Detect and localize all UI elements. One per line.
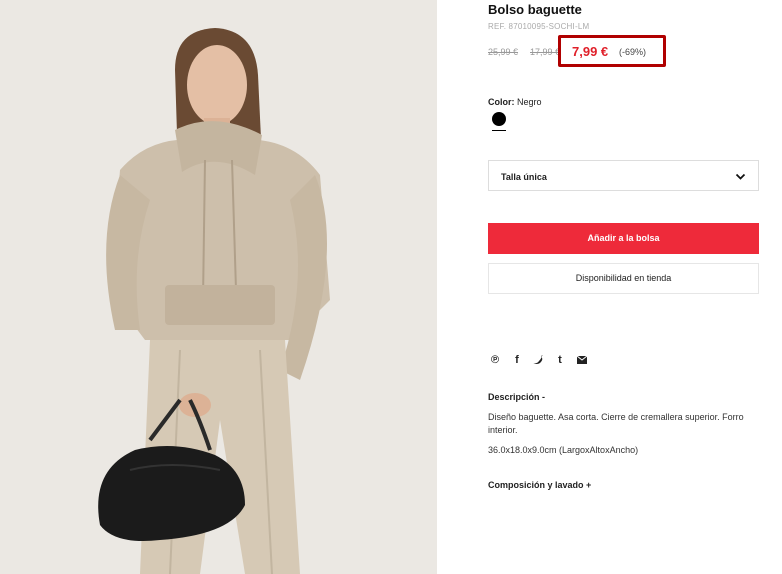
twitter-icon[interactable] <box>531 352 545 368</box>
store-availability-button[interactable]: Disponibilidad en tienda <box>488 263 759 294</box>
facebook-icon[interactable]: f <box>510 352 524 368</box>
product-ref: REF. 87010095-SOCHI-LM <box>488 22 590 31</box>
product-title: Bolso baguette <box>488 2 582 17</box>
description-heading[interactable]: Descripción - <box>488 392 545 402</box>
tumblr-icon[interactable]: t <box>553 352 567 368</box>
discount-badge: (-69%) <box>619 47 647 57</box>
product-dimensions: 36.0x18.0x9.0cm (LargoxAltoxAncho) <box>488 445 639 455</box>
add-to-bag-button[interactable]: Añadir a la bolsa <box>488 223 759 254</box>
product-photo <box>0 0 437 574</box>
original-price: 25,99 € <box>488 47 519 57</box>
color-label-key: Color: <box>488 97 515 107</box>
description-text: Diseño baguette. Asa corta. Cierre de cr… <box>488 412 744 435</box>
composition-toggle[interactable]: Composición y lavado + <box>488 480 591 490</box>
color-label: Color: Negro <box>488 97 542 107</box>
color-swatch-black[interactable] <box>492 112 506 126</box>
current-price-highlight: 7,99 € (-69%) <box>558 35 666 67</box>
current-price: 7,99 € <box>572 44 609 59</box>
size-selected-value: Talla única <box>501 172 547 182</box>
chevron-down-icon <box>735 173 746 180</box>
model-image <box>0 0 437 574</box>
color-value: Negro <box>517 97 542 107</box>
selected-swatch-indicator <box>492 130 506 131</box>
previous-price: 17,99 € <box>530 47 561 57</box>
email-icon[interactable] <box>575 352 589 368</box>
pinterest-icon[interactable]: ℗ <box>488 352 502 368</box>
size-select[interactable]: Talla única <box>488 160 759 191</box>
